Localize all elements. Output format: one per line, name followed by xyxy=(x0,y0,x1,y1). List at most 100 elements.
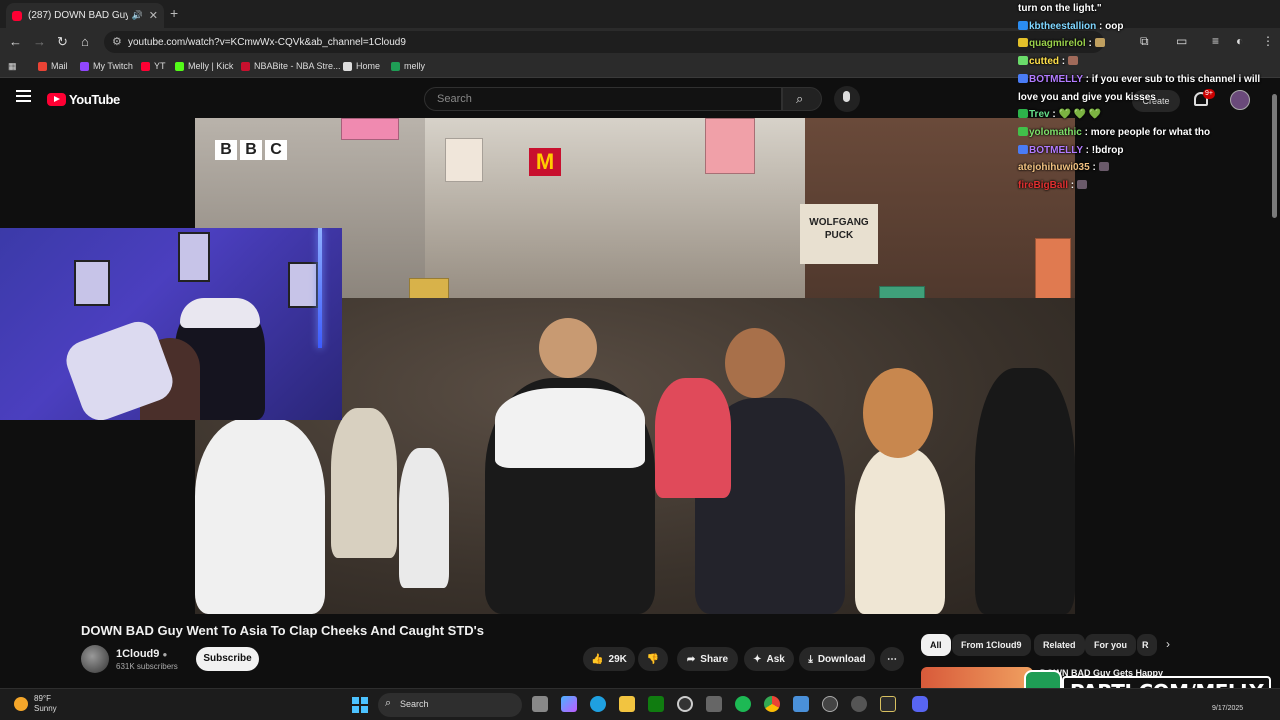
download-button[interactable]: ⤓ Download xyxy=(799,647,875,671)
mail-icon xyxy=(38,61,47,71)
xbox-icon[interactable] xyxy=(648,696,664,712)
bookmark-yt[interactable]: YT xyxy=(141,61,166,71)
more-actions-button[interactable]: ⋯ xyxy=(880,647,904,671)
search-button[interactable]: ⌕ xyxy=(782,87,822,111)
home-icon[interactable]: ⌂ xyxy=(81,34,89,49)
taskbar-date: 9/17/2025 xyxy=(1212,705,1244,712)
chevron-right-icon[interactable]: › xyxy=(1166,637,1170,651)
task-view-icon[interactable] xyxy=(532,696,548,712)
chat-username: kbtheestallion xyxy=(1029,20,1097,32)
thumbs-down-icon: 👎 xyxy=(646,653,660,665)
video-scene-person xyxy=(399,448,449,588)
video-title: DOWN BAD Guy Went To Asia To Clap Cheeks… xyxy=(81,623,484,638)
url-field[interactable]: ⚙ youtube.com/watch?v=KCmwWx-CQVk&ab_cha… xyxy=(104,31,1104,53)
bookmark-label: Melly | Kick xyxy=(188,61,234,71)
bookmark-home[interactable]: Home xyxy=(343,61,380,71)
windows-start-icon[interactable] xyxy=(352,697,368,713)
chrome-icon[interactable] xyxy=(764,696,780,712)
chip-all[interactable]: All xyxy=(921,634,951,656)
chat-username: fireBigBall xyxy=(1018,180,1069,192)
photos-icon[interactable] xyxy=(793,696,809,712)
new-tab-button[interactable]: + xyxy=(170,5,178,21)
media-player-icon[interactable] xyxy=(822,696,838,712)
mcdonalds-sign: M xyxy=(529,148,561,176)
channel-name-text: 1Cloud9 xyxy=(116,648,160,660)
youtube-icon xyxy=(141,61,150,71)
edge-icon[interactable] xyxy=(590,696,606,712)
bookmark-melly[interactable]: melly xyxy=(391,61,425,71)
chat-username: cutted xyxy=(1029,56,1059,68)
subscribe-button[interactable]: Subscribe xyxy=(196,647,259,671)
discord-icon[interactable] xyxy=(912,696,928,712)
bookmark-label: YT xyxy=(154,61,166,71)
video-scene-person xyxy=(975,368,1075,614)
search-input[interactable]: Search xyxy=(424,87,782,111)
taskbar-search[interactable]: ⌕ Search xyxy=(378,693,522,717)
bookmark-twitch[interactable]: My Twitch xyxy=(80,61,133,71)
bookmark-label: Mail xyxy=(51,61,68,71)
apps-grid-icon[interactable]: ▦ xyxy=(8,61,17,72)
dislike-button[interactable]: 👎 xyxy=(638,647,668,671)
youtube-logo[interactable]: YouTube xyxy=(47,92,120,107)
chat-badge-icon xyxy=(1018,109,1028,119)
browser-tab[interactable]: (287) DOWN BAD Guy Went 🔊 ✕ xyxy=(6,3,164,28)
copilot-icon[interactable] xyxy=(561,696,577,712)
channel-avatar[interactable] xyxy=(81,645,109,673)
thumbs-up-icon: 👍 xyxy=(591,653,604,665)
bookmark-label: Home xyxy=(356,61,381,71)
search-icon: ⌕ xyxy=(796,91,804,106)
chat-badge-icon xyxy=(1018,56,1028,66)
chat-username: yolomathic xyxy=(1029,126,1082,138)
obs-icon[interactable] xyxy=(677,696,693,712)
video-scene-head xyxy=(863,368,933,458)
share-label: Share xyxy=(700,653,729,665)
chat-message: cutted : xyxy=(1010,53,1280,71)
bookmark-mail[interactable]: Mail xyxy=(38,61,68,71)
logo-letter: C xyxy=(265,140,287,160)
chat-message: yolomathic : more people for what tho xyxy=(1010,124,1280,142)
kick-icon xyxy=(175,61,184,71)
chat-text: oop xyxy=(1105,20,1124,32)
speaker-icon[interactable]: 🔊 xyxy=(132,10,143,21)
reload-icon[interactable]: ↻ xyxy=(57,34,68,50)
chat-message: fireBigBall : xyxy=(1010,177,1280,195)
logo-letter: B xyxy=(215,140,237,160)
chat-badge-icon xyxy=(1018,126,1028,136)
app-icon[interactable] xyxy=(851,696,867,712)
more-icon: ⋯ xyxy=(887,653,897,665)
close-tab-icon[interactable]: ✕ xyxy=(149,9,158,22)
bookmark-kick[interactable]: Melly | Kick xyxy=(175,61,233,71)
like-button[interactable]: 👍 29K xyxy=(583,647,635,671)
store-icon[interactable] xyxy=(706,696,722,712)
weather-widget[interactable]: 89°F Sunny xyxy=(14,694,57,714)
channel-name[interactable]: 1Cloud9 ● xyxy=(116,648,167,660)
youtube-wordmark: YouTube xyxy=(69,92,120,107)
wall-poster xyxy=(178,232,210,282)
chat-username: BOTMELLY xyxy=(1029,144,1083,156)
hamburger-menu-icon[interactable] xyxy=(16,90,31,102)
chip-from-channel[interactable]: From 1Cloud9 xyxy=(952,634,1031,656)
back-icon[interactable]: ← xyxy=(9,34,22,49)
chat-message: BOTMELLY : !bdrop xyxy=(1010,142,1280,160)
share-button[interactable]: ➦ Share xyxy=(677,647,738,671)
bookmark-nbabite[interactable]: NBABite - NBA Stre... xyxy=(241,61,341,71)
wall-poster xyxy=(74,260,110,306)
bookmark-label: NBABite - NBA Stre... xyxy=(254,61,341,71)
video-scene-sign xyxy=(705,118,755,174)
app-icon[interactable] xyxy=(880,696,896,712)
video-scene-person xyxy=(655,378,731,498)
chip-related[interactable]: Related xyxy=(1034,634,1085,656)
file-explorer-icon[interactable] xyxy=(619,696,635,712)
video-scene-head xyxy=(539,318,597,378)
ask-button[interactable]: ✦ Ask xyxy=(744,647,794,671)
forward-icon[interactable]: → xyxy=(33,34,46,49)
spotify-icon[interactable] xyxy=(735,696,751,712)
chat-username: atejohihuwi035 xyxy=(1018,162,1090,174)
sun-icon xyxy=(14,697,28,711)
chip-partial[interactable]: R xyxy=(1137,634,1157,656)
voice-search-icon[interactable] xyxy=(834,86,860,112)
emote-icon xyxy=(1076,180,1087,190)
page-scrollbar[interactable] xyxy=(1272,94,1277,218)
site-info-icon[interactable]: ⚙ xyxy=(112,35,122,48)
chip-for-you[interactable]: For you xyxy=(1085,634,1136,656)
